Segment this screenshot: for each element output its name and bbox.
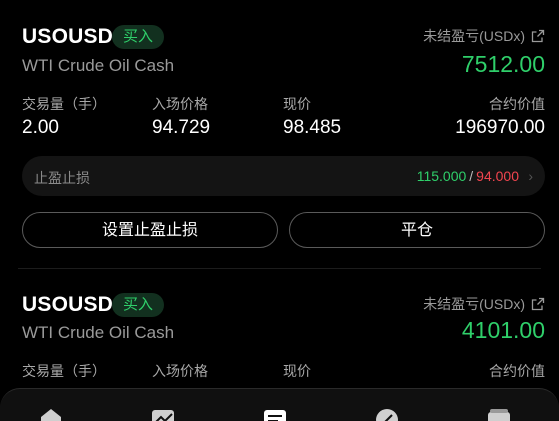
entry-price-label: 入场价格	[152, 96, 208, 112]
bottom-tab-bar	[0, 388, 559, 421]
volume-label: 交易量（手）	[22, 96, 106, 112]
external-link-icon[interactable]	[531, 297, 545, 311]
current-price-label: 现价	[283, 363, 311, 379]
unrealized-pnl-label[interactable]: 未结盈亏(USDx)	[423, 26, 545, 46]
side-badge: 买入	[112, 25, 165, 49]
position-card[interactable]: USOUSD 买入 WTI Crude Oil Cash 未结盈亏(USDx) …	[0, 0, 559, 268]
unrealized-pnl-label[interactable]: 未结盈亏(USDx)	[423, 294, 545, 314]
stop-loss-value: 94.000	[476, 168, 519, 184]
chevron-right-icon: ›	[528, 168, 533, 184]
contract-value-label: 合约价值	[489, 96, 545, 112]
current-price-label: 现价	[283, 96, 311, 112]
take-profit-value: 115.000	[416, 168, 467, 184]
wallet-icon[interactable]	[486, 406, 512, 421]
tpsl-label: 止盈止损	[34, 170, 90, 186]
contract-value: 196970.00	[455, 117, 545, 138]
tpsl-row[interactable]: 止盈止损 115.000/94.000 ›	[22, 156, 545, 196]
volume-label: 交易量（手）	[22, 363, 106, 379]
chart-icon[interactable]	[150, 406, 176, 421]
close-position-button[interactable]: 平仓	[289, 212, 545, 248]
entry-price-label: 入场价格	[152, 363, 208, 379]
external-link-icon[interactable]	[531, 29, 545, 43]
home-icon[interactable]	[38, 406, 64, 421]
instrument-description: WTI Crude Oil Cash	[22, 323, 175, 342]
tpsl-values: 115.000/94.000	[416, 168, 519, 184]
unrealized-pnl-value: 7512.00	[461, 51, 545, 77]
volume-value: 2.00	[22, 117, 59, 138]
set-tpsl-button[interactable]: 设置止盈止损	[22, 212, 278, 248]
contract-value-label: 合约价值	[489, 363, 545, 379]
discount-icon[interactable]	[374, 406, 400, 421]
pnl-label-text: 未结盈亏(USDx)	[423, 28, 525, 44]
orders-icon[interactable]	[262, 406, 288, 421]
side-badge: 买入	[112, 293, 165, 317]
symbol: USOUSD	[22, 293, 114, 316]
entry-price-value: 94.729	[152, 117, 211, 138]
symbol: USOUSD	[22, 25, 114, 48]
card-divider	[18, 268, 541, 269]
current-price-value: 98.485	[283, 117, 342, 138]
instrument-description: WTI Crude Oil Cash	[22, 56, 175, 75]
pnl-label-text: 未结盈亏(USDx)	[423, 296, 525, 312]
unrealized-pnl-value: 4101.00	[461, 317, 545, 343]
